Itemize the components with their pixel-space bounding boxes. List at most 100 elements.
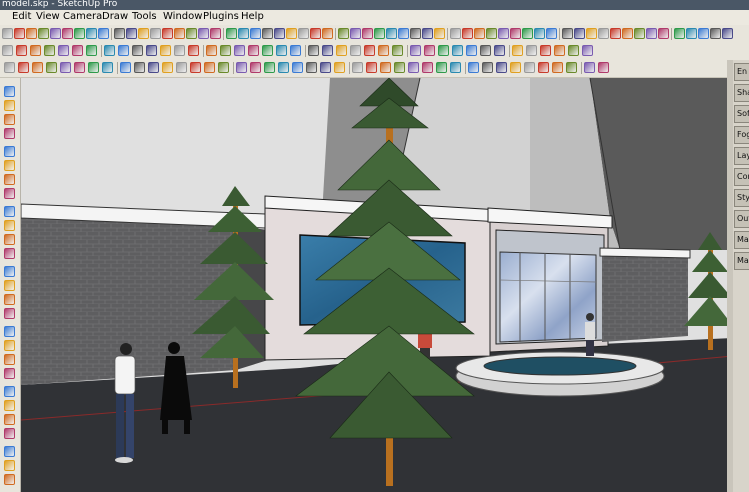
dimension-icon[interactable] — [138, 28, 149, 39]
scale-icon[interactable] — [410, 28, 421, 39]
group-icon[interactable] — [524, 62, 535, 73]
intersect-tool-icon[interactable] — [306, 62, 317, 73]
rotated-rect-icon[interactable] — [46, 62, 57, 73]
terrain-icon[interactable] — [462, 28, 473, 39]
hidden-line-icon[interactable] — [206, 45, 217, 56]
move-icon[interactable] — [422, 28, 433, 39]
jitter-icon[interactable] — [452, 45, 463, 56]
left-view-icon[interactable] — [336, 45, 347, 56]
tape-left-icon[interactable] — [4, 294, 15, 305]
sections-icon[interactable] — [512, 45, 523, 56]
box-icon[interactable] — [62, 28, 73, 39]
paint-tool-icon[interactable] — [4, 114, 15, 125]
layer-icon[interactable] — [482, 62, 493, 73]
menu-view[interactable]: View — [36, 11, 60, 22]
brown-cube-icon[interactable] — [598, 28, 609, 39]
push-pull-tool-icon[interactable] — [218, 62, 229, 73]
trim-tool-icon[interactable] — [352, 62, 363, 73]
scale-tool-icon[interactable] — [264, 62, 275, 73]
tray-tab[interactable]: Sof — [734, 105, 749, 123]
pencil-icon[interactable] — [4, 146, 15, 157]
component-make-icon[interactable] — [4, 100, 15, 111]
ring-icon[interactable] — [646, 28, 657, 39]
menu-camera[interactable]: Camera — [63, 11, 102, 22]
zoom-ext-left-icon[interactable] — [4, 446, 15, 457]
x-ray-icon[interactable] — [160, 45, 171, 56]
look-left-icon[interactable] — [4, 474, 15, 485]
look-around-icon[interactable] — [210, 28, 221, 39]
flip-edge-icon[interactable] — [522, 28, 533, 39]
tray-tab[interactable]: Fog — [734, 126, 749, 144]
delete-icon[interactable] — [322, 28, 333, 39]
camera-icon[interactable] — [198, 28, 209, 39]
arc-2pt-icon[interactable] — [88, 62, 99, 73]
shaded-icon[interactable] — [220, 45, 231, 56]
component-icon[interactable] — [50, 28, 61, 39]
back-edges-icon[interactable] — [174, 45, 185, 56]
polygon-left-icon[interactable] — [4, 188, 15, 199]
follow-me-icon[interactable] — [386, 28, 397, 39]
gem-icon[interactable] — [622, 28, 633, 39]
tray-tab[interactable]: Ma — [734, 252, 749, 270]
zoom-left-icon[interactable] — [4, 414, 15, 425]
teapot-icon[interactable] — [658, 28, 669, 39]
depth-cue-icon[interactable] — [410, 45, 421, 56]
cut-icon[interactable] — [44, 45, 55, 56]
stamp-tool-icon[interactable] — [422, 62, 433, 73]
outliner-icon[interactable] — [554, 45, 565, 56]
arc-3pt-icon[interactable] — [102, 62, 113, 73]
top-view-icon[interactable] — [276, 45, 287, 56]
arc-tool-icon[interactable] — [4, 160, 15, 171]
tray-tab[interactable]: En — [734, 63, 749, 81]
styles-icon[interactable] — [582, 45, 593, 56]
axes-left-icon[interactable] — [4, 354, 15, 365]
axes-icon[interactable] — [114, 28, 125, 39]
menu-help[interactable]: Help — [241, 11, 264, 22]
sandbox-icon[interactable] — [450, 28, 461, 39]
orbit-icon[interactable] — [74, 28, 85, 39]
textured-icon[interactable] — [234, 45, 245, 56]
sphere-icon[interactable] — [634, 28, 645, 39]
fog-icon[interactable] — [364, 45, 375, 56]
subtract-tool-icon[interactable] — [334, 62, 345, 73]
orange-cube-icon[interactable] — [610, 28, 621, 39]
zoom-window-left-icon[interactable] — [4, 428, 15, 439]
drape-tool-icon[interactable] — [436, 62, 447, 73]
pan-icon[interactable] — [298, 28, 309, 39]
mushroom-icon[interactable] — [674, 28, 685, 39]
save-icon[interactable] — [30, 45, 41, 56]
next-view-icon[interactable] — [286, 28, 297, 39]
chair-icon[interactable] — [686, 28, 697, 39]
smoove-icon[interactable] — [474, 28, 485, 39]
union-tool-icon[interactable] — [320, 62, 331, 73]
tray-tab[interactable]: Sha — [734, 84, 749, 102]
dim-left-icon[interactable] — [4, 308, 15, 319]
monochrome-icon[interactable] — [248, 45, 259, 56]
menu-tools[interactable]: Tools — [132, 11, 157, 22]
protractor-left-icon[interactable] — [4, 326, 15, 337]
rotate-left-icon[interactable] — [4, 234, 15, 245]
position-camera-icon[interactable] — [226, 28, 237, 39]
shadows-icon[interactable] — [350, 45, 361, 56]
walk-icon[interactable] — [86, 28, 97, 39]
open-icon[interactable] — [16, 45, 27, 56]
tray-tab[interactable]: Sty — [734, 189, 749, 207]
walk-left-icon[interactable] — [4, 460, 15, 471]
iso-icon[interactable] — [262, 45, 273, 56]
pie-icon[interactable] — [120, 62, 131, 73]
polygon-icon[interactable] — [350, 28, 361, 39]
shield-icon[interactable] — [698, 28, 709, 39]
layers-icon[interactable] — [540, 45, 551, 56]
push-pull-icon[interactable] — [434, 28, 445, 39]
select-icon[interactable] — [2, 28, 13, 39]
profiles-icon[interactable] — [392, 45, 403, 56]
pan-left-icon[interactable] — [4, 400, 15, 411]
material-icon[interactable] — [496, 62, 507, 73]
tape-icon[interactable] — [134, 62, 145, 73]
wireframe-icon[interactable] — [188, 45, 199, 56]
axes-tool-icon[interactable] — [162, 62, 173, 73]
circle-icon[interactable] — [362, 28, 373, 39]
previous-view-icon[interactable] — [274, 28, 285, 39]
solid-union-icon[interactable] — [534, 28, 545, 39]
sandbox-scratch-icon[interactable] — [380, 62, 391, 73]
